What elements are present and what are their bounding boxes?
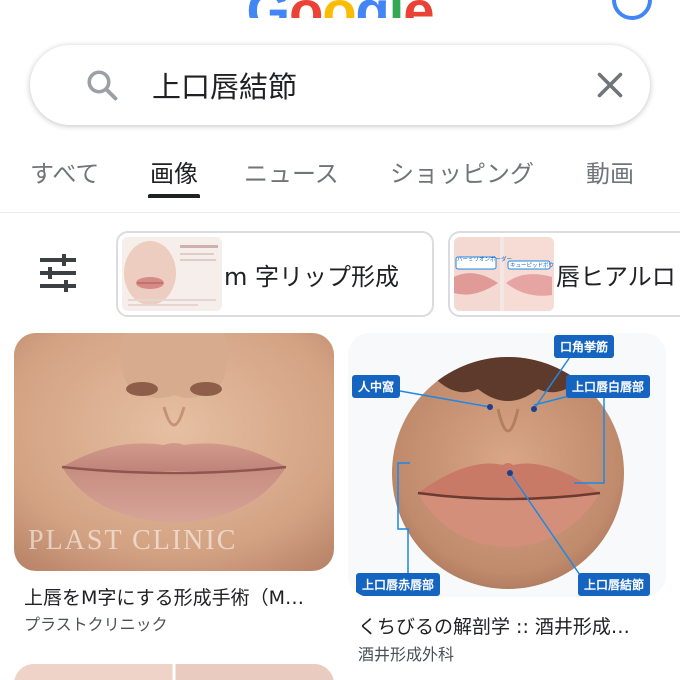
logo-letter: l: [389, 0, 405, 18]
result-source[interactable]: 酒井形成外科: [358, 641, 454, 665]
diagram-label: 人中窩: [352, 375, 401, 398]
search-box[interactable]: 上口唇結節: [30, 45, 650, 125]
diagram-label: 上口唇結節: [578, 573, 651, 596]
chip-thumb-label: バーミリオンボーダー: [457, 255, 512, 263]
suggestion-chip-lip-hyaluronic[interactable]: バーミリオンボーダー キューピッドボウ 唇ヒアルロ: [448, 231, 680, 317]
search-input[interactable]: 上口唇結節: [152, 64, 297, 106]
diagram-label: 口角挙筋: [554, 335, 615, 358]
result-title[interactable]: 上唇をM字にする形成手術（M…: [24, 583, 304, 610]
logo-letter: o: [322, 0, 356, 18]
result-title[interactable]: くちびるの解剖学 :: 酒井形成…: [358, 612, 630, 639]
chip-thumb-label: キューピッドボウ: [510, 261, 554, 269]
tab-news[interactable]: ニュース: [244, 154, 339, 189]
google-logo[interactable]: Google: [0, 0, 680, 18]
tabs-divider: [0, 212, 680, 213]
result-image-1[interactable]: PLAST CLINIC: [14, 333, 334, 571]
suggestion-chip-m-lip[interactable]: m 字リップ形成: [116, 231, 434, 317]
result-source[interactable]: プラストクリニック: [24, 611, 168, 635]
logo-letter: G: [247, 0, 291, 18]
search-tabs: すべて 画像 ニュース ショッピング 動画: [0, 148, 680, 198]
chip-thumbnail: バーミリオンボーダー キューピッドボウ: [454, 237, 554, 311]
diagram-label: 上口唇赤唇部: [356, 573, 441, 596]
logo-letter: o: [289, 0, 323, 18]
tab-all[interactable]: すべて: [30, 154, 99, 189]
result-image-2[interactable]: 人中窩 口角挙筋 上口唇白唇部 上口唇赤唇部 上口唇結節: [348, 333, 666, 597]
chip-thumbnail: [122, 237, 222, 311]
tab-images[interactable]: 画像: [150, 154, 198, 189]
image-watermark: PLAST CLINIC: [28, 525, 238, 556]
logo-letter: e: [403, 0, 434, 18]
chip-label: m 字リップ形成: [224, 263, 400, 291]
logo-letter: g: [356, 0, 390, 18]
diagram-label: 上口唇白唇部: [566, 375, 651, 398]
active-tab-indicator: [148, 194, 200, 198]
close-icon[interactable]: [592, 67, 628, 103]
search-icon[interactable]: [84, 67, 120, 103]
result-image-3[interactable]: [14, 664, 334, 680]
tab-videos[interactable]: 動画: [586, 154, 634, 189]
tune-icon[interactable]: [38, 254, 78, 292]
chip-label: 唇ヒアルロ: [556, 263, 676, 291]
tab-shopping[interactable]: ショッピング: [390, 154, 534, 189]
